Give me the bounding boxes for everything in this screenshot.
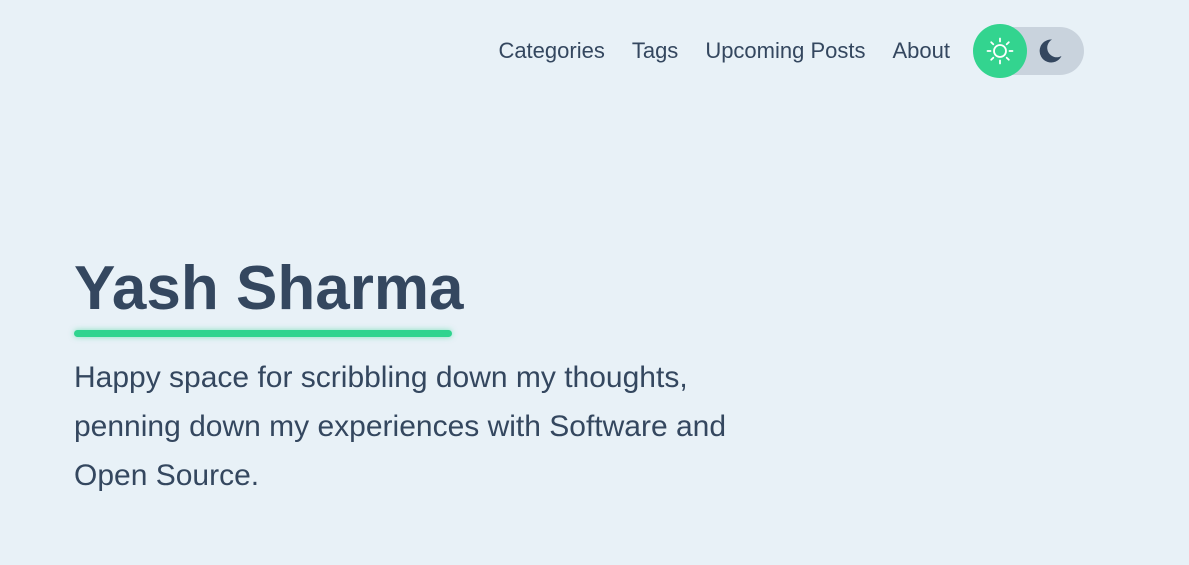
nav-links: Categories Tags Upcoming Posts About [498, 38, 974, 64]
title-underline [74, 330, 452, 337]
theme-toggle[interactable] [973, 24, 1084, 78]
nav-link-upcoming-posts[interactable]: Upcoming Posts [705, 38, 865, 64]
moon-icon[interactable] [1036, 37, 1064, 65]
sun-icon [986, 37, 1014, 65]
nav-link-tags[interactable]: Tags [632, 38, 678, 64]
nav-link-categories[interactable]: Categories [498, 38, 604, 64]
nav-link-about[interactable]: About [893, 38, 951, 64]
site-description: Happy space for scribbling down my thoug… [74, 361, 727, 492]
toggle-knob[interactable] [973, 24, 1027, 78]
hero-section: Yash Sharma Happy space for scribbling d… [74, 250, 794, 500]
site-title: Yash Sharma [74, 254, 464, 323]
top-navigation: Categories Tags Upcoming Posts About [498, 24, 1084, 78]
